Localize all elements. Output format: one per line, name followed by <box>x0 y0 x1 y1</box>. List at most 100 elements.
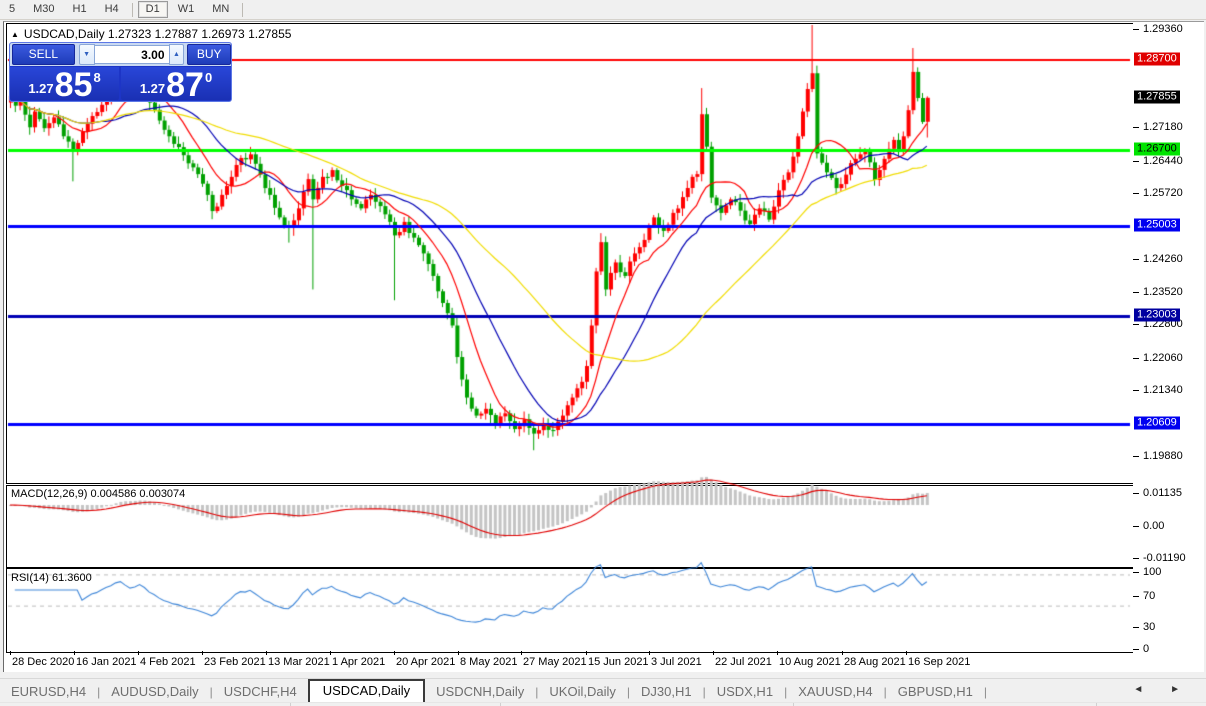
timeframe-button-h1[interactable]: H1 <box>65 1 95 18</box>
date-tick-label: 28 Aug 2021 <box>844 656 906 668</box>
sell-button[interactable]: SELL <box>12 44 75 65</box>
buy-button[interactable]: BUY <box>187 44 231 65</box>
date-tick-mark <box>266 651 267 655</box>
timeframe-toolbar: 5 M30 H1 H4 D1 W1 MN <box>0 0 1206 20</box>
date-tick-mark <box>10 651 11 655</box>
date-tick-label: 22 Jul 2021 <box>715 656 772 668</box>
timeframe-button-5[interactable]: 5 <box>1 1 23 18</box>
toolbar-separator <box>131 2 133 17</box>
indicator-tick-label: -0.01190 <box>1143 552 1186 564</box>
sell-price-big: 85 <box>54 66 93 104</box>
date-tick-mark <box>906 651 907 655</box>
indicator-tick-label: 0.00 <box>1143 520 1165 532</box>
price-tick-mark <box>1133 127 1139 129</box>
tab-scroll-arrows[interactable]: ◄ ► <box>1133 684 1192 695</box>
date-tick-label: 4 Feb 2021 <box>140 656 196 668</box>
trade-panel-toggle-icon[interactable]: ▲ <box>11 30 19 39</box>
date-tick-label: 16 Jan 2021 <box>76 656 137 668</box>
sell-price-display[interactable]: 1.27 85 8 <box>10 66 119 104</box>
date-tick-mark <box>202 651 203 655</box>
symbol-tabbar: EURUSD,H4 | AUDUSD,Daily | USDCHF,H4 USDCAD,D… <box>0 678 1206 703</box>
level-price-badge: 1.25003 <box>1134 218 1180 232</box>
date-tick-label: 10 Aug 2021 <box>779 656 841 668</box>
status-bar <box>0 702 1206 706</box>
timeframe-button-w1[interactable]: W1 <box>170 1 203 18</box>
timeframe-button-h4[interactable]: H4 <box>97 1 127 18</box>
price-tick-label: 1.26440 <box>1143 154 1183 167</box>
date-tick-mark <box>138 651 139 655</box>
sell-price-head: 1.27 <box>28 81 54 96</box>
price-tick-label: 1.21340 <box>1143 384 1183 397</box>
symbol-tab-usdcad[interactable]: USDCAD,Daily <box>307 679 426 703</box>
price-tick-mark <box>1133 192 1139 194</box>
date-tick-label: 20 Apr 2021 <box>396 656 456 668</box>
macd-label: MACD(12,26,9) 0.004586 0.003074 <box>11 488 186 500</box>
price-tick-mark <box>1133 456 1139 458</box>
date-tick-label: 8 May 2021 <box>460 656 518 668</box>
symbol-tab-eurusd[interactable]: EURUSD,H4 <box>0 681 97 703</box>
date-tick-mark <box>777 651 778 655</box>
indicator-tick-label: 0.01135 <box>1143 487 1182 499</box>
price-tick-mark <box>1133 29 1139 30</box>
price-tick-mark <box>1133 292 1139 294</box>
date-tick-mark <box>649 651 650 655</box>
volume-increase-button[interactable]: ▲ <box>168 44 185 65</box>
buy-price-display[interactable]: 1.27 87 0 <box>121 67 231 102</box>
price-tick-label: 1.23520 <box>1143 286 1183 299</box>
price-tick-label: 1.22060 <box>1143 351 1183 364</box>
symbol-tab-usdchf[interactable]: USDCHF,H4 <box>213 681 308 703</box>
date-tick-label: 16 Sep 2021 <box>908 656 971 668</box>
indicator-tick-mark <box>1133 558 1139 559</box>
chart-title: USDCAD,Daily 1.27323 1.27887 1.26973 1.2… <box>23 27 292 41</box>
chart-canvas[interactable] <box>7 24 1131 651</box>
symbol-tab-xauusd[interactable]: XAUUSD,H4 <box>787 681 883 703</box>
symbol-tab-usdx[interactable]: USDX,H1 <box>706 681 784 703</box>
sell-price-pip: 8 <box>93 70 101 85</box>
date-tick-mark <box>394 651 395 655</box>
timeframe-button-mn[interactable]: MN <box>204 1 237 18</box>
level-price-badge: 1.28700 <box>1134 52 1180 66</box>
volume-input[interactable] <box>94 45 169 64</box>
one-click-trade-panel: SELL ▼ ▲ BUY 1.27 85 8 1.27 87 0 <box>9 42 232 102</box>
indicator-tick-label: 30 <box>1143 621 1156 633</box>
date-tick-mark <box>521 651 522 655</box>
symbol-tab-ukoil[interactable]: UKOil,Daily <box>538 681 626 703</box>
price-tick-mark <box>1133 258 1139 260</box>
indicator-tick-mark <box>1133 526 1139 527</box>
symbol-tab-dj30[interactable]: DJ30,H1 <box>630 681 703 703</box>
date-tick-mark <box>74 651 75 655</box>
symbol-tab-usdcnh[interactable]: USDCNH,Daily <box>425 681 535 703</box>
indicator-tick-mark <box>1133 649 1139 650</box>
price-tick-label: 1.19880 <box>1143 450 1183 463</box>
date-tick-label: 27 May 2021 <box>523 656 587 668</box>
indicator-tick-mark <box>1133 596 1139 597</box>
level-price-badge: 1.26700 <box>1134 142 1180 156</box>
timeframe-button-d1[interactable]: D1 <box>137 1 168 18</box>
date-tick-label: 3 Jul 2021 <box>651 656 702 668</box>
date-tick-label: 13 Mar 2021 <box>268 656 330 668</box>
date-tick-label: 1 Apr 2021 <box>332 656 386 668</box>
price-tick-mark <box>1133 324 1139 326</box>
price-tick-mark <box>1133 390 1139 392</box>
indicator-tick-mark <box>1133 572 1139 573</box>
buy-price-pip: 0 <box>204 70 213 85</box>
date-tick-label: 28 Dec 2020 <box>12 656 75 668</box>
date-tick-mark <box>586 651 587 655</box>
tab-separator: | <box>983 685 987 699</box>
timeframe-button-m30[interactable]: M30 <box>25 1 62 18</box>
volume-decrease-button[interactable]: ▼ <box>78 44 95 65</box>
price-tick-label: 1.24260 <box>1143 252 1183 265</box>
toolbar-separator <box>242 2 244 17</box>
price-tick-mark <box>1133 160 1139 162</box>
rsi-label: RSI(14) 61.3600 <box>11 572 92 584</box>
indicator-tick-label: 70 <box>1143 590 1156 602</box>
price-axis: 1.29360 1.27180 1.26440 1.25720 1.24260 1.235… <box>1133 22 1204 672</box>
symbol-tab-audusd[interactable]: AUDUSD,Daily <box>100 681 209 703</box>
date-tick-mark <box>842 651 843 655</box>
price-tick-mark <box>1133 357 1139 359</box>
chart-title-row: ▲ USDCAD,Daily 1.27323 1.27887 1.26973 1… <box>11 27 291 41</box>
level-price-badge: 1.23003 <box>1134 308 1180 322</box>
symbol-tab-gbpusd[interactable]: GBPUSD,H1 <box>887 681 984 703</box>
terminal-window: 5 M30 H1 H4 D1 W1 MN ▲ USDCAD,Daily 1.27323 1.… <box>0 0 1206 706</box>
indicator-tick-label: 0 <box>1143 643 1150 655</box>
